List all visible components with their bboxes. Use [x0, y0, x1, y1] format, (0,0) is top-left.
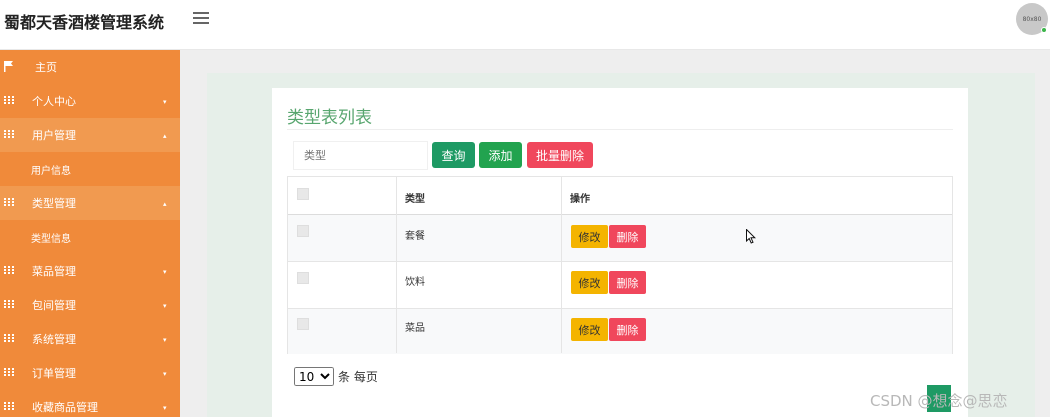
sidebar-item-label: 个人中心	[32, 95, 76, 108]
chevron-down-icon: ▾	[163, 302, 167, 310]
sidebar-item-order-management[interactable]: 订单管理 ▾	[0, 356, 180, 390]
sidebar-item-label: 菜品管理	[32, 265, 76, 278]
grid-icon	[4, 300, 14, 309]
grid-icon	[4, 130, 14, 139]
page-title: 类型表列表	[287, 108, 372, 128]
sidebar-item-label: 主页	[35, 61, 57, 74]
flag-icon	[4, 61, 13, 72]
sidebar-item-label: 类型管理	[32, 197, 76, 210]
table-row: 饮料 修改 删除	[288, 262, 952, 309]
top-header: 蜀都天香酒楼管理系统 80x80	[0, 0, 1050, 50]
edit-button[interactable]: 修改	[571, 271, 608, 294]
grid-icon	[4, 198, 14, 207]
row-checkbox[interactable]	[297, 318, 309, 330]
chevron-down-icon: ▾	[163, 98, 167, 106]
sidebar-item-user-management[interactable]: 用户管理 ▴	[0, 118, 180, 152]
row-checkbox[interactable]	[297, 272, 309, 284]
sidebar-item-label: 类型信息	[31, 233, 71, 245]
search-input[interactable]	[293, 141, 428, 170]
pagination: 10 条 每页	[294, 367, 378, 386]
select-all-checkbox[interactable]	[297, 188, 309, 200]
sidebar-item-favorites-management[interactable]: 收藏商品管理 ▾	[0, 390, 180, 417]
sidebar-item-personal-center[interactable]: 个人中心 ▾	[0, 84, 180, 118]
grid-icon	[4, 96, 14, 105]
column-divider	[396, 177, 397, 353]
grid-icon	[4, 334, 14, 343]
sidebar-subitem-user-info[interactable]: 用户信息	[0, 152, 180, 186]
page-size-select[interactable]: 10	[294, 367, 334, 386]
mouse-cursor-icon	[746, 229, 756, 244]
sidebar-item-room-management[interactable]: 包间管理 ▾	[0, 288, 180, 322]
chevron-down-icon: ▾	[163, 370, 167, 378]
grid-icon	[4, 368, 14, 377]
type-table: 类型 操作 套餐 修改 删除 饮料 修改 删除 菜品 修改 删除	[287, 176, 953, 354]
sidebar: 主页 个人中心 ▾ 用户管理 ▴ 用户信息 类型管理 ▴ 类型信息 菜品管理 ▾…	[0, 50, 180, 417]
edit-button[interactable]: 修改	[571, 318, 608, 341]
sidebar-item-label: 用户信息	[31, 165, 71, 177]
type-cell: 菜品	[405, 323, 425, 334]
sidebar-item-system-management[interactable]: 系统管理 ▾	[0, 322, 180, 356]
column-header-type: 类型	[405, 194, 425, 205]
page-size-suffix: 条 每页	[338, 370, 378, 384]
sidebar-item-label: 用户管理	[32, 129, 76, 142]
batch-delete-button[interactable]: 批量删除	[527, 142, 593, 168]
chevron-down-icon: ▾	[163, 404, 167, 412]
menu-toggle-icon[interactable]	[193, 12, 209, 26]
delete-button[interactable]: 删除	[609, 225, 646, 248]
sidebar-item-dish-management[interactable]: 菜品管理 ▾	[0, 254, 180, 288]
table-row: 套餐 修改 删除	[288, 215, 952, 262]
grid-icon	[4, 266, 14, 275]
column-divider	[561, 177, 562, 353]
type-cell: 套餐	[405, 231, 425, 242]
app-title: 蜀都天香酒楼管理系统	[4, 13, 165, 32]
sidebar-item-label: 包间管理	[32, 299, 76, 312]
delete-button[interactable]: 删除	[609, 318, 646, 341]
sidebar-item-type-management[interactable]: 类型管理 ▴	[0, 186, 180, 220]
chevron-up-icon: ▴	[163, 200, 167, 208]
sidebar-item-label: 收藏商品管理	[32, 401, 98, 414]
row-checkbox[interactable]	[297, 225, 309, 237]
sidebar-item-home[interactable]: 主页	[0, 50, 180, 84]
table-header-row: 类型 操作	[288, 177, 952, 215]
edit-button[interactable]: 修改	[571, 225, 608, 248]
sidebar-item-label: 订单管理	[32, 367, 76, 380]
watermark: CSDN @想念@思恋	[870, 392, 1008, 410]
title-divider	[287, 129, 953, 130]
query-button[interactable]: 查询	[432, 142, 475, 168]
chevron-up-icon: ▴	[163, 132, 167, 140]
sidebar-subitem-type-info[interactable]: 类型信息	[0, 220, 180, 254]
type-cell: 饮料	[405, 277, 425, 288]
chevron-down-icon: ▾	[163, 336, 167, 344]
delete-button[interactable]: 删除	[609, 271, 646, 294]
online-status-dot	[1041, 27, 1047, 33]
add-button[interactable]: 添加	[479, 142, 522, 168]
grid-icon	[4, 402, 14, 411]
table-row: 菜品 修改 删除	[288, 309, 952, 354]
column-header-actions: 操作	[570, 194, 590, 205]
sidebar-item-label: 系统管理	[32, 333, 76, 346]
chevron-down-icon: ▾	[163, 268, 167, 276]
